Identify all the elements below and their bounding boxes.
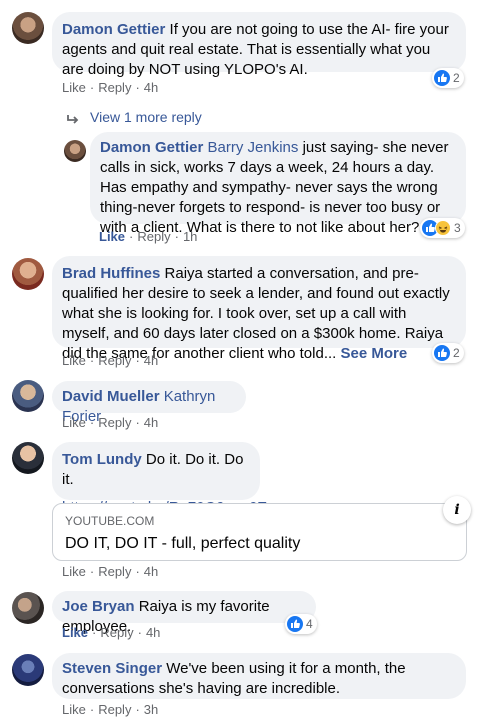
like-button[interactable]: Like (62, 702, 86, 717)
reply-button[interactable]: Reply (137, 229, 170, 244)
like-button[interactable]: Like (62, 353, 86, 368)
view-more-replies[interactable]: View 1 more reply (66, 107, 202, 127)
comment-author[interactable]: Damon Gettier (62, 21, 165, 38)
comment-author[interactable]: Brad Huffines (62, 265, 160, 282)
like-button[interactable]: Like (62, 625, 88, 640)
like-button[interactable]: Like (62, 80, 86, 95)
like-icon (287, 616, 303, 632)
comment-author[interactable]: Damon Gettier (100, 139, 203, 156)
comment-bubble: Steven Singer We've been using it for a … (52, 653, 466, 699)
avatar[interactable] (12, 592, 44, 624)
comment-actions: Like · Reply · 4h (62, 353, 159, 368)
reaction-count-label: 2 (453, 71, 460, 85)
reaction-count[interactable]: 4 (285, 614, 317, 634)
link-preview-card[interactable]: YOUTUBE.COM DO IT, DO IT - full, perfect… (52, 503, 467, 561)
timestamp[interactable]: 4h (146, 625, 160, 640)
reaction-count-label: 4 (306, 617, 313, 631)
comment-actions: Like · Reply · 4h (62, 80, 159, 95)
like-button[interactable]: Like (62, 564, 86, 579)
avatar[interactable] (12, 258, 44, 290)
reply-button[interactable]: Reply (98, 415, 131, 430)
like-icon (434, 70, 450, 86)
reply-button[interactable]: Reply (98, 702, 131, 717)
comment-author[interactable]: Steven Singer (62, 660, 162, 677)
reaction-count-label: 2 (453, 346, 460, 360)
view-more-label: View 1 more reply (90, 109, 202, 125)
comment-actions: Like · Reply · 4h (62, 625, 161, 640)
comment-actions: Like · Reply · 1h (99, 229, 198, 244)
reply-button[interactable]: Reply (98, 353, 131, 368)
timestamp[interactable]: 4h (144, 564, 158, 579)
comment-bubble: Damon Gettier Barry Jenkins just saying-… (90, 132, 466, 236)
timestamp[interactable]: 4h (144, 353, 158, 368)
comment-actions: Like · Reply · 4h (62, 564, 159, 579)
reply-button[interactable]: Reply (100, 625, 133, 640)
comment-bubble: Tom Lundy Do it. Do it. Do it. https://y… (52, 442, 267, 516)
comment-bubble: Damon Gettier If you are not going to us… (52, 12, 466, 78)
avatar[interactable] (12, 654, 44, 686)
reaction-count[interactable]: 2 (432, 68, 464, 88)
reaction-count[interactable]: 2 (432, 343, 464, 363)
comment-bubble: Joe Bryan Raiya is my favorite employee. (52, 591, 316, 635)
reply-arrow-icon (66, 111, 80, 124)
comment-bubble: Brad Huffines Raiya started a conversati… (52, 256, 466, 362)
like-button[interactable]: Like (62, 415, 86, 430)
avatar[interactable] (12, 12, 44, 44)
like-button[interactable]: Like (99, 229, 125, 244)
avatar[interactable] (12, 442, 44, 474)
info-icon[interactable]: i (443, 496, 471, 524)
comment-author[interactable]: Joe Bryan (62, 598, 135, 615)
like-icon (434, 345, 450, 361)
timestamp[interactable]: 1h (183, 229, 197, 244)
avatar[interactable] (64, 140, 86, 162)
reply-button[interactable]: Reply (98, 564, 131, 579)
comment-actions: Like · Reply · 3h (62, 702, 159, 717)
timestamp[interactable]: 4h (144, 415, 158, 430)
mention-link[interactable]: Barry Jenkins (208, 139, 299, 156)
see-more-link[interactable]: See More (341, 345, 408, 362)
comment-author[interactable]: David Mueller (62, 388, 160, 405)
comment-actions: Like · Reply · 4h (62, 415, 159, 430)
haha-icon (435, 220, 451, 236)
comment-author[interactable]: Tom Lundy (62, 451, 142, 468)
timestamp[interactable]: 3h (144, 702, 158, 717)
comment-bubble: David Mueller Kathryn Forier (52, 381, 246, 425)
reaction-count-label: 3 (454, 221, 461, 235)
reply-button[interactable]: Reply (98, 80, 131, 95)
link-title: DO IT, DO IT - full, perfect quality (65, 535, 301, 552)
avatar[interactable] (12, 380, 44, 412)
timestamp[interactable]: 4h (144, 80, 158, 95)
reaction-count[interactable]: 3 (420, 218, 465, 238)
link-source: YOUTUBE.COM (65, 514, 155, 528)
